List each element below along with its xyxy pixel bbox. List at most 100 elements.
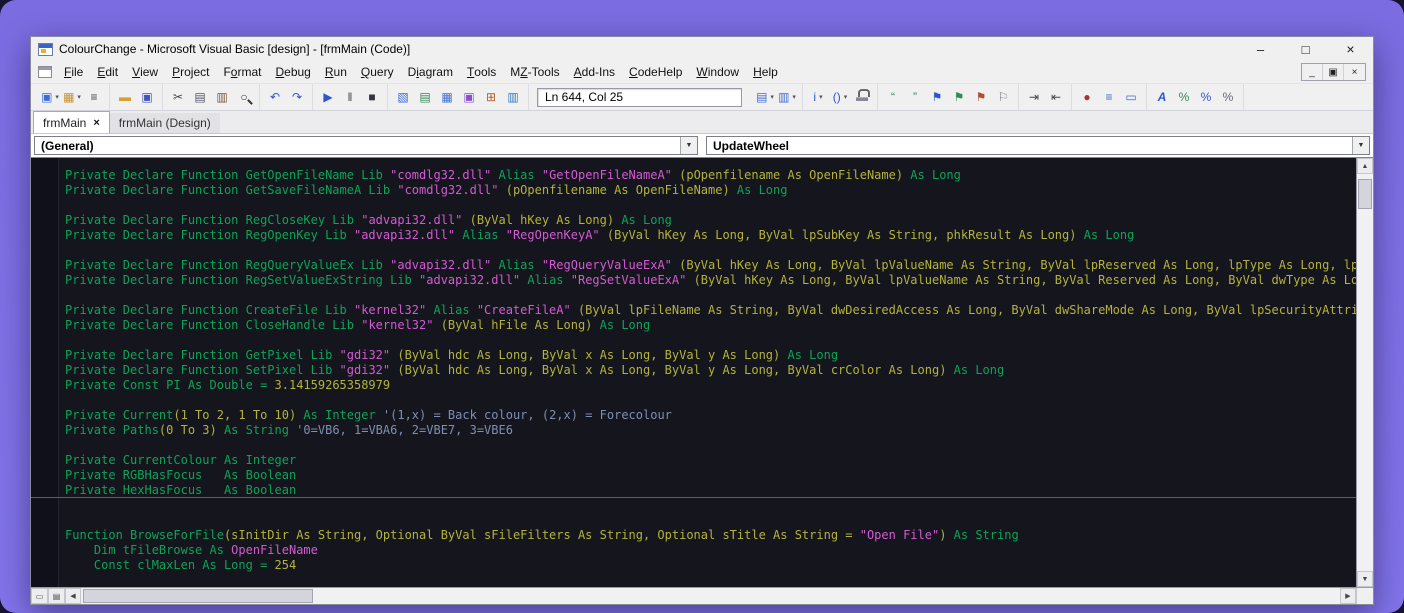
code-segment: 3.14159265358979 [275,378,391,392]
menu-item[interactable]: Run [318,61,354,83]
menu-item[interactable]: Add-Ins [567,61,622,83]
comment-block-button[interactable]: “ [882,87,904,107]
line-column-indicator: Ln 644, Col 25 [537,88,742,107]
parameter-info-button[interactable]: () [829,87,851,107]
open-project-button[interactable]: ▬ [114,87,136,107]
code-segment: "comdlg32.dll" [390,168,491,182]
menu-item-accelerator: C [629,65,638,79]
object-browser-button[interactable]: ▣ [458,87,480,107]
list-constants-button[interactable]: ▥ [776,87,798,107]
quick-info-button[interactable]: i [807,87,829,107]
menu-item[interactable]: Edit [90,61,125,83]
code-segment: As Long [780,348,838,362]
code-segment: "gdi32" [340,363,391,377]
data-view-button[interactable]: ▥ [502,87,524,107]
clear-bookmarks-button[interactable]: ⚐ [992,87,1014,107]
cut-button[interactable]: ✂ [167,87,189,107]
menu-item[interactable]: MZ-Tools [503,61,566,83]
percent-format-button-1[interactable]: % [1173,87,1195,107]
save-project-button[interactable]: ▣ [136,87,158,107]
procedure-view-button[interactable]: ▭ [31,588,48,604]
tab-close-icon[interactable]: × [93,117,99,129]
code-line: Dim tFileBrowse As OpenFileName [31,543,1356,558]
call-stack-button[interactable]: ≡ [1098,87,1120,107]
start-button[interactable]: ▶ [317,87,339,107]
close-button[interactable]: × [1328,37,1373,61]
menu-item[interactable]: Query [354,61,401,83]
add-project-button[interactable]: ▣ [39,87,61,107]
previous-bookmark-button[interactable]: ⚑ [970,87,992,107]
form-layout-button[interactable]: ▦ [436,87,458,107]
outdent-button[interactable]: ⇤ [1045,87,1067,107]
code-editor[interactable]: Private Declare Function GetOpenFileName… [31,158,1356,587]
toggle-breakpoint-button[interactable]: ● [1076,87,1098,107]
tab-frmmain-design[interactable]: frmMain (Design) [110,113,220,133]
full-module-view-button[interactable]: ▤ [48,588,65,604]
vertical-scroll-track[interactable] [1357,174,1373,571]
tab-frmmain-code[interactable]: frmMain × [33,111,110,133]
menu-item[interactable]: Help [746,61,785,83]
percent-format-button-3[interactable]: % [1217,87,1239,107]
next-bookmark-button[interactable]: ⚑ [948,87,970,107]
scroll-down-icon[interactable]: ▼ [1357,571,1373,587]
menu-item[interactable]: Window [689,61,746,83]
mdi-close-button[interactable]: × [1344,64,1365,80]
menu-editor-button[interactable]: ≡ [83,87,105,107]
scroll-left-icon[interactable]: ◀ [65,588,81,604]
code-segment: Private Declare Function RegQueryValueEx… [65,258,390,272]
properties-window-button[interactable]: ▤ [414,87,436,107]
menu-item[interactable]: Diagram [401,61,460,83]
percent-format-button-2[interactable]: % [1195,87,1217,107]
object-dropdown[interactable]: (General) ▼ [34,136,698,155]
toolbar-group: ▶ ‖ ■ [313,84,388,110]
toolbar-group: “ ” ⚑ ⚑ ⚑ ⚐ [878,84,1019,110]
immediate-window-button[interactable]: ▭ [1120,87,1142,107]
end-button[interactable]: ■ [361,87,383,107]
menu-item[interactable]: Debug [268,61,317,83]
menu-item[interactable]: CodeHelp [622,61,689,83]
code-segment: As Long [730,183,788,197]
vertical-scrollbar[interactable]: ▲ ▼ [1356,158,1373,587]
break-button[interactable]: ‖ [339,87,361,107]
copy-button[interactable]: ▤ [189,87,211,107]
font-style-button[interactable]: A [1151,87,1173,107]
code-segment: Private Declare Function GetSaveFileName… [65,183,397,197]
redo-button[interactable]: ↷ [286,87,308,107]
code-line-segments: Private Declare Function RegSetValueExSt… [65,273,1356,287]
menu-item-label-post: uery [370,65,393,79]
undo-button[interactable]: ↶ [264,87,286,107]
maximize-button[interactable]: □ [1283,37,1328,61]
toggle-bookmark-button[interactable]: ⚑ [926,87,948,107]
uncomment-block-button[interactable]: ” [904,87,926,107]
menu-item[interactable]: Tools [460,61,503,83]
code-line: Private RGBHasFocus As Boolean [31,468,1356,483]
code-line-segments: Private Declare Function RegCloseKey Lib… [65,213,672,227]
mdi-restore-button[interactable]: ▣ [1323,64,1344,80]
lock-icon[interactable]: ▬ [851,87,873,107]
code-segment: "RegQueryValueExA" [542,258,672,272]
menu-item[interactable]: Project [165,61,216,83]
vertical-scroll-thumb[interactable] [1358,179,1372,209]
menu-item[interactable]: File [57,61,90,83]
horizontal-scroll-track[interactable] [81,588,1340,604]
dropdown-arrow-icon[interactable]: ▼ [680,137,697,154]
scroll-up-icon[interactable]: ▲ [1357,158,1373,174]
indent-button[interactable]: ⇥ [1023,87,1045,107]
project-explorer-button[interactable]: ▧ [392,87,414,107]
toolbox-button[interactable]: ⊞ [480,87,502,107]
dropdown-arrow-icon[interactable]: ▼ [1352,137,1369,154]
mdi-minimize-button[interactable]: _ [1302,64,1323,80]
menu-item[interactable]: Format [216,61,268,83]
minimize-button[interactable]: – [1238,37,1283,61]
toolbar-group: ▧ ▤ ▦ ▣ ⊞ ▥ [388,84,529,110]
paste-button[interactable]: ▥ [211,87,233,107]
procedure-dropdown[interactable]: UpdateWheel ▼ [706,136,1370,155]
scroll-right-icon[interactable]: ▶ [1340,588,1356,604]
horizontal-scroll-thumb[interactable] [83,589,313,603]
title-bar[interactable]: ColourChange - Microsoft Visual Basic [d… [31,37,1373,61]
menu-item[interactable]: View [125,61,165,83]
add-form-button[interactable]: ▦ [61,87,83,107]
list-properties-button[interactable]: ▤ [754,87,776,107]
find-button[interactable]: ○ [233,87,255,107]
code-pane-header: (General) ▼ UpdateWheel ▼ [31,134,1373,158]
